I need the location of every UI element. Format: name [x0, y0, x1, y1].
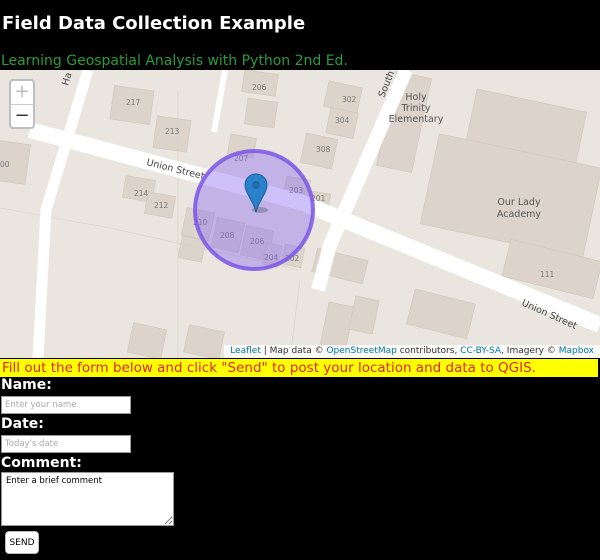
- place-label-our-lady-1: Our Lady: [497, 197, 541, 208]
- building-number: 00: [0, 160, 10, 169]
- place-label-holy-trinity-2: Trinity: [401, 103, 431, 114]
- attribution-text: | Map data ©: [260, 346, 327, 356]
- license-link[interactable]: CC-BY-SA: [460, 346, 501, 356]
- attribution-text: contributors,: [396, 346, 461, 356]
- building-number: 206: [252, 83, 267, 92]
- place-label-holy-trinity-3: Elementary: [389, 114, 444, 125]
- place-label-our-lady-2: Academy: [497, 209, 542, 220]
- building-number: 308: [316, 145, 331, 154]
- road-alley: [211, 70, 228, 133]
- date-input[interactable]: [1, 435, 131, 453]
- map-tiles[interactable]: Union Street Union Street South Ha Holy …: [0, 70, 600, 358]
- leaflet-link[interactable]: Leaflet: [230, 346, 261, 356]
- building-number: 217: [126, 98, 141, 107]
- map-view[interactable]: Union Street Union Street South Ha Holy …: [0, 70, 600, 358]
- building: [348, 295, 380, 335]
- instructions-banner: Fill out the form below and click "Send"…: [0, 359, 598, 377]
- zoom-control: + −: [9, 79, 35, 129]
- comment-textarea[interactable]: Enter a brief comment: [1, 472, 174, 526]
- building-number: 302: [342, 95, 357, 104]
- page-subtitle: Learning Geospatial Analysis with Python…: [1, 53, 348, 69]
- name-label: Name:: [1, 377, 52, 393]
- map-attribution: Leaflet | Map data © OpenStreetMap contr…: [224, 345, 600, 358]
- building-number: 214: [134, 189, 149, 198]
- zoom-out-button[interactable]: −: [11, 105, 33, 128]
- road-harris-street: [32, 70, 94, 358]
- date-label: Date:: [1, 416, 44, 432]
- building: [243, 97, 279, 129]
- name-input[interactable]: [1, 396, 131, 414]
- building: [126, 322, 168, 358]
- page: Field Data Collection Example Learning G…: [0, 0, 600, 560]
- osm-link[interactable]: OpenStreetMap: [326, 346, 396, 356]
- street-label-harris: Ha: [60, 71, 74, 86]
- building: [183, 324, 225, 358]
- zoom-in-button[interactable]: +: [11, 81, 33, 105]
- place-label-holy-trinity-1: Holy: [405, 92, 427, 103]
- building: [406, 288, 476, 340]
- building-number: 213: [165, 127, 180, 136]
- mapbox-link[interactable]: Mapbox: [559, 346, 594, 356]
- building-number: 212: [154, 201, 169, 210]
- building-number: 111: [540, 270, 555, 279]
- send-button[interactable]: SEND: [5, 531, 39, 554]
- page-title: Field Data Collection Example: [2, 13, 306, 34]
- comment-label: Comment:: [1, 455, 82, 471]
- building-number: 304: [335, 116, 350, 125]
- attribution-text: , Imagery ©: [501, 346, 559, 356]
